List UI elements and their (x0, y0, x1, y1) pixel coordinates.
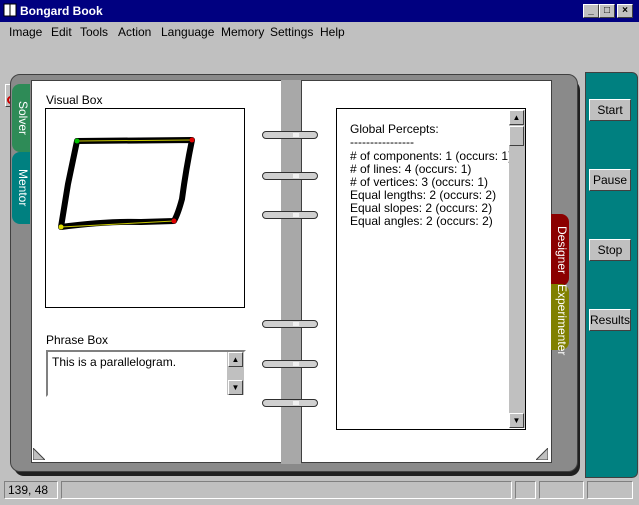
tab-designer[interactable]: Designer (551, 214, 569, 286)
visual-box-label: Visual Box (46, 93, 103, 107)
percepts-title: Global Percepts: (350, 122, 439, 136)
scroll-down-icon[interactable]: ▼ (228, 380, 243, 395)
minimize-button[interactable]: _ (583, 4, 599, 18)
pause-button[interactable]: Pause (589, 169, 631, 191)
tab-experimenter[interactable]: Experimenter (551, 284, 569, 355)
book-app-icon (3, 3, 17, 17)
scroll-thumb[interactable] (509, 126, 524, 146)
close-button[interactable]: × (617, 4, 633, 18)
status-panel (539, 481, 584, 499)
scroll-up-icon[interactable]: ▲ (509, 110, 524, 125)
percepts-scrollbar[interactable]: ▲ ▼ (509, 110, 525, 428)
scroll-down-icon[interactable]: ▼ (509, 413, 524, 428)
percept-line: Equal lengths: 2 (occurs: 2) (350, 188, 497, 202)
scroll-up-icon[interactable]: ▲ (228, 352, 243, 367)
menu-language[interactable]: Language (161, 25, 214, 39)
percept-line: Equal angles: 2 (occurs: 2) (350, 214, 493, 228)
percept-line: # of vertices: 3 (occurs: 1) (350, 175, 489, 189)
binder-ring (262, 320, 318, 328)
stop-button[interactable]: Stop (589, 239, 631, 261)
tab-designer-label: Designer (555, 225, 569, 275)
status-panel (587, 481, 633, 499)
phrase-scrollbar[interactable]: ▲ ▼ (227, 352, 244, 395)
tab-experimenter-label: Experimenter (555, 284, 569, 356)
title-bar[interactable]: Bongard Book _ □ × (0, 0, 639, 22)
tab-mentor-label: Mentor (16, 169, 30, 207)
page-corner-icon[interactable] (33, 448, 45, 460)
window-title: Bongard Book (20, 4, 103, 18)
binder-ring (262, 211, 318, 219)
menu-tools[interactable]: Tools (80, 25, 108, 39)
menu-memory[interactable]: Memory (221, 25, 264, 39)
percept-line: # of lines: 4 (occurs: 1) (350, 162, 472, 176)
phrase-box-input[interactable]: This is a parallelogram. ▲ ▼ (46, 350, 246, 397)
menu-action[interactable]: Action (118, 25, 151, 39)
binder-ring (262, 172, 318, 180)
phrase-text: This is a parallelogram. (52, 355, 177, 369)
parallelogram-drawing (58, 137, 195, 230)
visual-box-canvas[interactable] (45, 108, 245, 308)
cursor-coordinates: 139, 48 (4, 481, 58, 499)
menu-edit[interactable]: Edit (51, 25, 72, 39)
control-panel (585, 72, 638, 478)
menu-bar: Image Edit Tools Action Language Memory … (0, 22, 639, 41)
tab-solver[interactable]: Solver (12, 84, 30, 152)
page-corner-icon[interactable] (536, 448, 548, 460)
status-message (61, 481, 512, 499)
maximize-button[interactable]: □ (599, 4, 615, 18)
percept-line: Equal slopes: 2 (occurs: 2) (350, 201, 493, 215)
menu-settings[interactable]: Settings (270, 25, 313, 39)
binder-ring (262, 131, 318, 139)
start-button[interactable]: Start (589, 99, 631, 121)
phrase-box-label: Phrase Box (46, 333, 109, 347)
percepts-separator: ---------------- (350, 135, 414, 149)
toolbar (0, 41, 639, 107)
tab-solver-label: Solver (16, 100, 30, 135)
menu-image[interactable]: Image (9, 25, 42, 39)
menu-help[interactable]: Help (320, 25, 345, 39)
binder-ring (262, 399, 318, 407)
percept-line: # of components: 1 (occurs: 1) (350, 149, 513, 163)
global-percepts-box[interactable]: Global Percepts: ---------------- # of c… (336, 108, 526, 430)
tab-mentor[interactable]: Mentor (12, 152, 30, 224)
results-button[interactable]: Results (589, 309, 631, 331)
binder-ring (262, 360, 318, 368)
status-panel (515, 481, 536, 499)
